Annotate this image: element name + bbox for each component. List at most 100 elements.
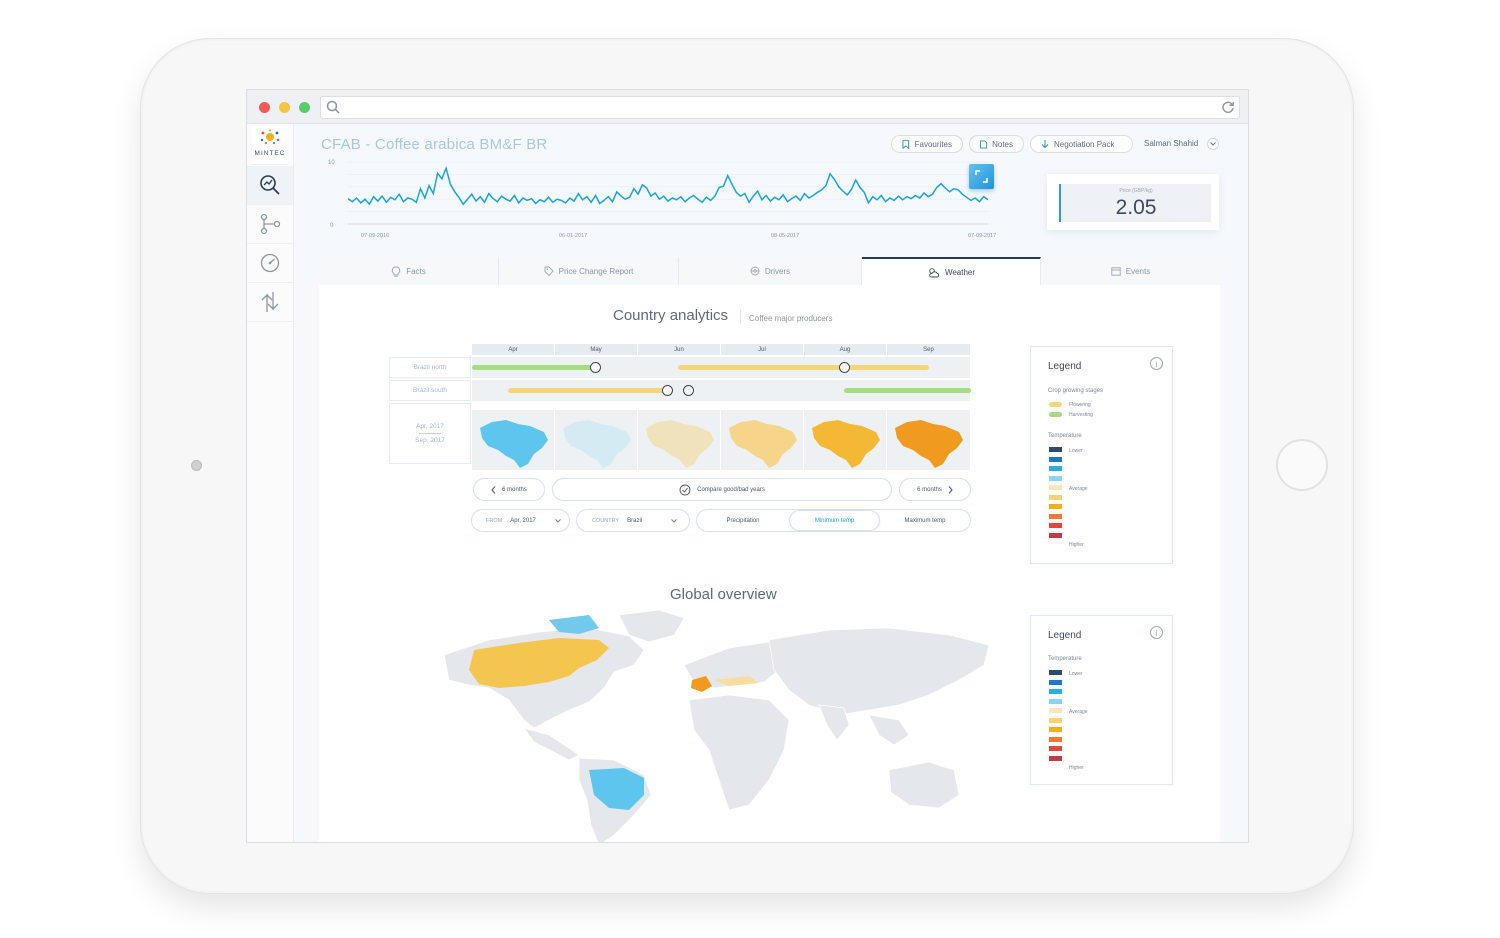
info-icon[interactable]: i xyxy=(1150,357,1163,370)
month-aug: Aug xyxy=(804,344,887,355)
minimize-dot[interactable] xyxy=(279,102,290,113)
row-label-brazil-south[interactable]: Brazil south xyxy=(389,380,471,401)
download-icon xyxy=(1041,139,1049,148)
transfer-arrows-icon xyxy=(261,292,279,312)
flowering-bar-south xyxy=(508,388,668,393)
temp-swatch xyxy=(1049,504,1062,509)
calendar-icon xyxy=(1111,267,1121,276)
flower-marker-icon[interactable] xyxy=(839,362,850,373)
flowering-bar-north xyxy=(678,365,929,370)
close-dot[interactable] xyxy=(259,102,270,113)
seg-maximum-temp[interactable]: Maximum temp xyxy=(880,518,970,524)
date-range-label: Apr, 2017 Sep, 2017 xyxy=(389,403,471,464)
negotiation-pack-button[interactable]: Negotiation Pack xyxy=(1030,135,1133,153)
sidebar-item-gauge[interactable] xyxy=(247,244,293,283)
sidebar-item-analysis[interactable] xyxy=(247,166,293,205)
sidebar-item-transfer[interactable] xyxy=(247,283,293,322)
brazil-map-4 xyxy=(721,410,804,470)
mintec-logo[interactable]: MINTEC xyxy=(252,126,288,165)
compare-years-label: Compare good/bad years xyxy=(697,486,765,493)
flowering-label: Flowering xyxy=(1069,402,1091,408)
price-card: Price (GBP/kg) 2.05 xyxy=(1047,174,1219,230)
crop-calendar: Apr May Jun Jul Aug Sep Brazil north Bra… xyxy=(389,344,971,470)
global-legend: Legend i Temperature Lower Average Highe… xyxy=(1030,615,1173,785)
favourites-button[interactable]: Favourites xyxy=(891,135,963,153)
prev-period-button[interactable]: 6 months xyxy=(473,478,545,501)
average-label: Average xyxy=(1069,486,1088,492)
chevron-down-icon xyxy=(1210,142,1216,146)
refresh-icon[interactable] xyxy=(1221,100,1235,114)
url-bar[interactable] xyxy=(320,96,1240,119)
from-label: FROM xyxy=(486,517,503,524)
brazil-map-3 xyxy=(638,410,721,470)
se-asia-shape xyxy=(868,714,910,746)
negotiation-label: Negotiation Pack xyxy=(1054,139,1115,149)
title-divider xyxy=(740,310,741,324)
country-analytics-title: Country analytics xyxy=(613,307,729,324)
tab-drivers[interactable]: Drivers xyxy=(679,257,862,285)
x-tick-4: 07-09-2017 xyxy=(968,233,996,239)
date-to-text: Sep, 2017 xyxy=(415,437,445,444)
temp-swatch xyxy=(1049,679,1062,685)
y-tick-top: 10 xyxy=(328,160,335,166)
chevron-right-icon xyxy=(948,485,953,494)
tab-facts[interactable]: Facts xyxy=(319,257,499,285)
date-from-text: Apr, 2017 xyxy=(416,423,444,430)
home-button[interactable] xyxy=(1276,439,1328,491)
flower-marker-icon[interactable] xyxy=(662,385,673,396)
brazil-map-1 xyxy=(472,410,555,470)
harvest-marker-icon[interactable] xyxy=(590,362,601,373)
row-brazil-north xyxy=(472,357,971,378)
higher-label: Higher xyxy=(1069,765,1084,771)
info-icon[interactable]: i xyxy=(1150,626,1163,639)
temperature-title: Temperature xyxy=(1048,433,1082,439)
user-menu-button[interactable] xyxy=(1207,138,1219,150)
x-tick-2: 06-01-2017 xyxy=(559,233,587,239)
browser-chrome xyxy=(247,90,1248,124)
brazil-map-6 xyxy=(887,410,971,470)
price-value: 2.05 xyxy=(1115,196,1157,219)
tab-events-label: Events xyxy=(1125,266,1151,276)
temp-swatch xyxy=(1049,736,1062,742)
sidebar-item-network[interactable] xyxy=(247,205,293,244)
temp-swatch xyxy=(1049,466,1062,471)
temp-swatch xyxy=(1049,727,1062,732)
favourites-label: Favourites xyxy=(914,139,952,149)
tab-drivers-label: Drivers xyxy=(764,266,791,276)
compare-circle-icon xyxy=(679,484,691,495)
logo-text: MINTEC xyxy=(254,150,286,157)
harvesting-swatch xyxy=(1049,412,1062,417)
tab-weather[interactable]: Weather xyxy=(862,257,1041,285)
country-select[interactable]: COUNTRY Brazil xyxy=(576,509,690,532)
crop-legend: Legend i Crop growing stages Flowering H… xyxy=(1030,346,1173,564)
user-name: Salman Shahid xyxy=(1144,139,1199,148)
next-period-button[interactable]: 6 months xyxy=(899,478,971,501)
lower-label: Lower xyxy=(1069,671,1083,677)
measure-segmented-control: Precipitation Minimum temp Maximum temp xyxy=(696,509,971,532)
expand-chart-button[interactable] xyxy=(969,164,994,189)
temp-swatch xyxy=(1049,447,1062,452)
row-label-brazil-north[interactable]: Brazil north xyxy=(389,357,471,378)
legend-title: Legend xyxy=(1048,630,1082,641)
temp-swatch xyxy=(1049,708,1062,713)
country-analytics-subtitle: Coffee major producers xyxy=(749,314,833,323)
temp-swatch xyxy=(1049,746,1062,751)
harvest-marker-icon[interactable] xyxy=(683,385,694,396)
temp-swatch xyxy=(1049,670,1062,675)
temp-swatch xyxy=(1049,475,1062,481)
seg-minimum-temp[interactable]: Minimum temp xyxy=(789,510,880,531)
tab-price-change-report[interactable]: Price Change Report xyxy=(499,257,679,285)
tab-events[interactable]: Events xyxy=(1041,257,1220,285)
prev-period-label: 6 months xyxy=(502,486,527,493)
temp-swatch xyxy=(1049,485,1062,490)
maximize-dot[interactable] xyxy=(299,102,310,113)
compare-years-button[interactable]: Compare good/bad years xyxy=(552,478,892,501)
tab-facts-label: Facts xyxy=(406,266,426,276)
month-jul: Jul xyxy=(721,344,804,355)
tab-weather-label: Weather xyxy=(944,267,976,277)
notes-button[interactable]: Notes xyxy=(969,135,1024,153)
temp-swatch xyxy=(1049,456,1062,462)
gauge-icon xyxy=(260,253,280,273)
seg-precipitation[interactable]: Precipitation xyxy=(697,518,789,524)
from-date-select[interactable]: FROM Apr, 2017 xyxy=(471,509,570,532)
